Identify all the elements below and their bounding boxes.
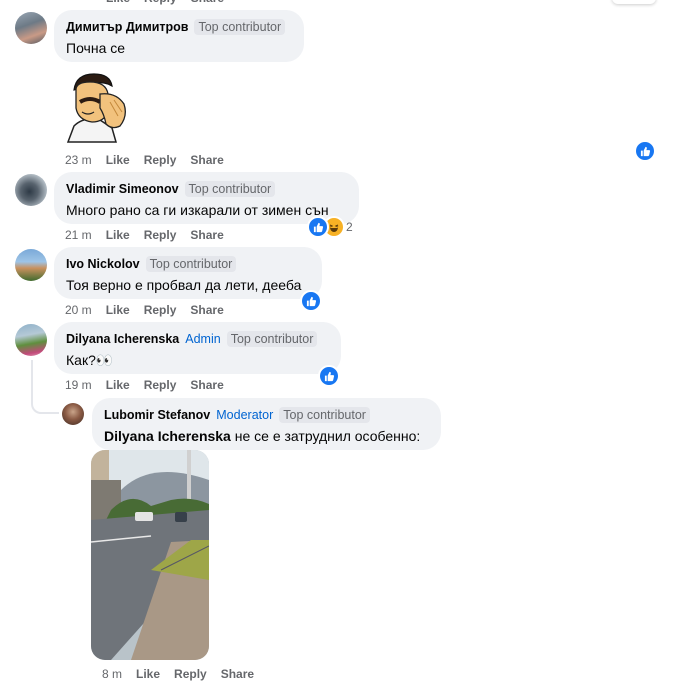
avatar[interactable] <box>15 249 47 281</box>
comment-text: Как?👀 <box>66 352 114 368</box>
comment-actions: 19 m Like Reply Share <box>65 377 224 393</box>
share-link[interactable]: Share <box>190 378 223 392</box>
avatar[interactable] <box>62 403 84 425</box>
bottom-cut-actions: 8 m Like Reply Share <box>102 666 254 682</box>
timestamp[interactable]: 23 m <box>65 153 92 167</box>
comment-actions: 20 m Like Reply Share <box>65 302 224 318</box>
like-reaction-icon[interactable] <box>318 365 340 387</box>
admin-role: Admin <box>185 332 221 346</box>
share-link[interactable]: Share <box>190 228 223 242</box>
comment-author[interactable]: Vladimir Simeonov <box>66 182 179 196</box>
share-link[interactable]: Share <box>221 667 254 681</box>
comment-bubble: Димитър Димитров Top contributor Почна с… <box>54 10 304 62</box>
like-reaction-icon[interactable] <box>634 140 656 162</box>
reply-link[interactable]: Reply <box>144 0 177 5</box>
comment-text: Много рано са ги изкарали от зимен сън <box>66 202 329 218</box>
comment-actions: 23 m Like Reply Share <box>65 152 224 168</box>
reply-thread-line <box>31 360 59 414</box>
like-reaction-icon[interactable] <box>300 290 322 312</box>
moderator-role: Moderator <box>216 408 274 422</box>
attached-photo[interactable] <box>91 450 209 660</box>
avatar[interactable] <box>15 12 47 44</box>
like-link[interactable]: Like <box>106 228 130 242</box>
share-link[interactable]: Share <box>190 153 223 167</box>
timestamp[interactable]: 19 m <box>65 378 92 392</box>
share-link[interactable]: Share <box>190 303 223 317</box>
timestamp[interactable]: 20 m <box>65 303 92 317</box>
comment-bubble: Ivo Nickolov Top contributor Тоя верно е… <box>54 247 322 299</box>
reply-link[interactable]: Reply <box>144 228 177 242</box>
avatar[interactable] <box>15 324 47 356</box>
like-link[interactable]: Like <box>106 153 130 167</box>
top-contributor-badge: Top contributor <box>184 181 276 197</box>
mention-link[interactable]: Dilyana Icherenska <box>104 428 231 444</box>
top-contributor-badge: Top contributor <box>279 407 370 423</box>
like-link[interactable]: Like <box>106 0 130 5</box>
reply-link[interactable]: Reply <box>174 667 207 681</box>
reply-link[interactable]: Reply <box>144 303 177 317</box>
comment-text: Dilyana Icherenska не се е затруднил осо… <box>104 428 429 444</box>
like-link[interactable]: Like <box>136 667 160 681</box>
timestamp[interactable]: 8 m <box>102 667 122 681</box>
reaction-count[interactable]: 2 <box>346 220 353 234</box>
comment-author[interactable]: Димитър Димитров <box>66 20 188 34</box>
comment-bubble: Dilyana Icherenska Admin Top contributor… <box>54 322 341 374</box>
comment-text: Тоя верно е пробвал да лети, дееба <box>66 277 302 293</box>
comment-author[interactable]: Dilyana Icherenska <box>66 332 179 346</box>
comment-text-body: не се е затруднил особенно: <box>230 428 421 444</box>
reply-link[interactable]: Reply <box>144 378 177 392</box>
sticker-image[interactable] <box>60 68 132 144</box>
top-contributor-badge: Top contributor <box>145 256 237 272</box>
comment-text: Почна се <box>66 40 126 56</box>
reaction-pill-cut <box>612 0 656 4</box>
timestamp[interactable]: 21 m <box>65 228 92 242</box>
like-link[interactable]: Like <box>106 303 130 317</box>
top-cut-actions: Like Reply Share <box>106 0 224 6</box>
reply-link[interactable]: Reply <box>144 153 177 167</box>
share-link[interactable]: Share <box>191 0 224 5</box>
comment-actions: 21 m Like Reply Share <box>65 227 224 243</box>
like-link[interactable]: Like <box>106 378 130 392</box>
comment-author[interactable]: Lubomir Stefanov <box>104 408 210 422</box>
like-reaction-icon[interactable] <box>307 216 329 238</box>
top-contributor-badge: Top contributor <box>194 19 286 35</box>
avatar[interactable] <box>15 174 47 206</box>
top-contributor-badge: Top contributor <box>226 331 318 347</box>
comment-bubble: Lubomir Stefanov Moderator Top contribut… <box>92 398 441 450</box>
comment-author[interactable]: Ivo Nickolov <box>66 257 140 271</box>
